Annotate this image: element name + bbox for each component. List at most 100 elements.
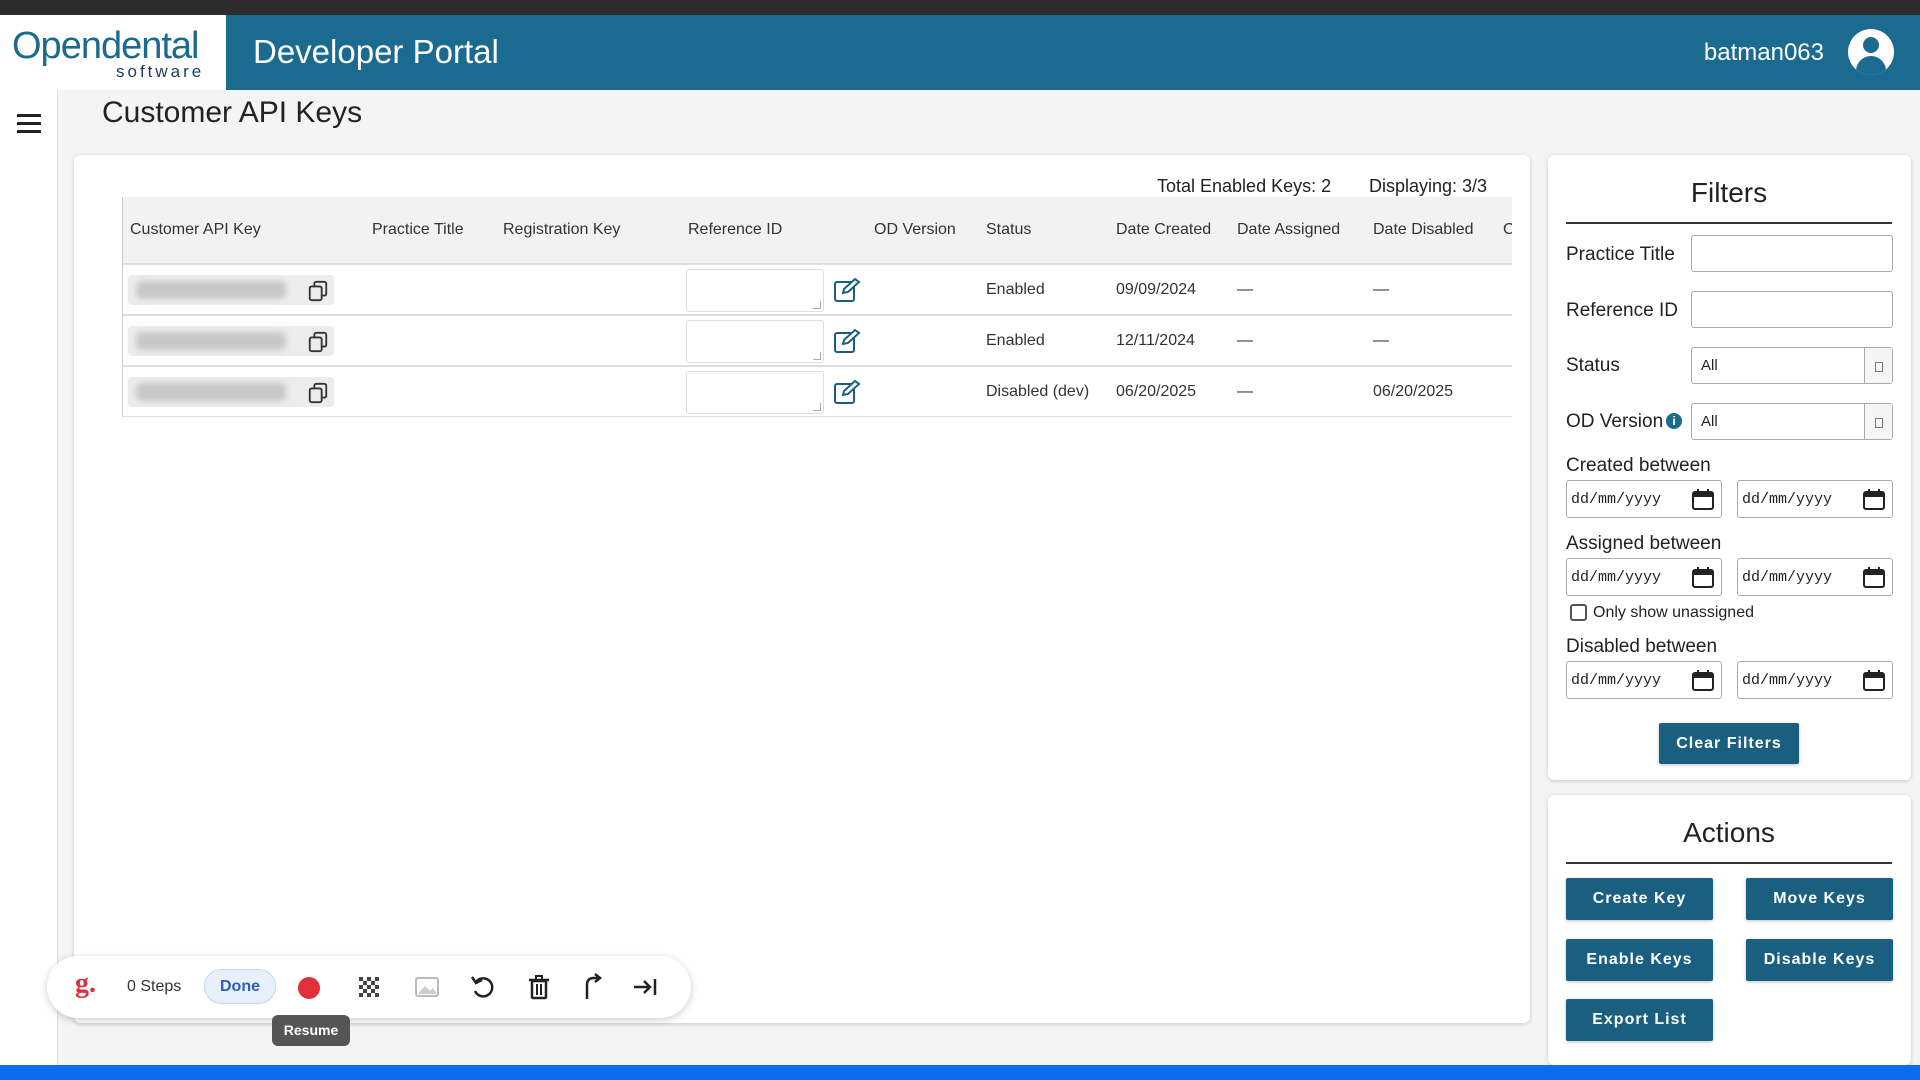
done-button[interactable]: Done	[204, 969, 276, 1004]
table-header-row: Customer API Key Practice Title Registra…	[122, 197, 1512, 265]
created-from-date[interactable]: dd/mm/yyyy	[1566, 480, 1722, 518]
reference-id-input[interactable]	[1691, 291, 1893, 328]
calendar-icon[interactable]	[1691, 669, 1715, 692]
date-disabled-cell: —	[1373, 332, 1389, 349]
table-row: Enabled 12/11/2024 — —	[122, 316, 1512, 367]
filters-title: Filters	[1566, 177, 1892, 224]
date-disabled-cell: —	[1373, 281, 1389, 298]
date-assigned-cell: —	[1237, 332, 1253, 349]
api-key-field	[128, 377, 334, 407]
table-row: Disabled (dev) 06/20/2025 — 06/20/2025	[122, 367, 1512, 417]
portal-title: Developer Portal	[253, 33, 499, 70]
date-created-cell: 12/11/2024	[1116, 332, 1195, 349]
copy-icon[interactable]	[307, 331, 329, 353]
status-select[interactable]: All	[1691, 347, 1893, 384]
col-od-version[interactable]: OD Version	[874, 221, 956, 239]
hamburger-icon[interactable]	[17, 114, 41, 134]
displaying-count: Displaying: 3/3	[1369, 176, 1488, 196]
status-cell: Disabled (dev)	[986, 383, 1090, 400]
user-icon[interactable]	[1848, 29, 1894, 75]
col-practice-title[interactable]: Practice Title	[372, 221, 464, 239]
date-placeholder: dd/mm/yyyy	[1742, 491, 1833, 508]
actions-title: Actions	[1566, 817, 1892, 864]
api-key-field	[128, 326, 334, 356]
edit-icon[interactable]	[833, 328, 861, 354]
date-placeholder: dd/mm/yyyy	[1742, 672, 1833, 689]
reference-id-input[interactable]	[686, 269, 824, 312]
practice-title-label: Practice Title	[1566, 244, 1675, 265]
col-truncated[interactable]: C	[1503, 221, 1512, 239]
total-enabled-keys: Total Enabled Keys: 2	[1157, 176, 1332, 196]
only-unassigned-checkbox[interactable]	[1570, 604, 1587, 621]
od-version-label: OD Version	[1566, 411, 1664, 432]
calendar-icon[interactable]	[1862, 488, 1886, 511]
blurred-key	[136, 383, 286, 401]
clear-filters-button[interactable]: Clear Filters	[1659, 723, 1799, 764]
resume-tooltip: Resume	[272, 1015, 350, 1046]
col-registration-key[interactable]: Registration Key	[503, 221, 620, 239]
opendental-logo[interactable]: Opendental software	[0, 15, 226, 90]
app-header: Opendental software Developer Portal bat…	[0, 15, 1920, 90]
calendar-icon[interactable]	[1862, 566, 1886, 589]
select-arrow-icon	[1864, 404, 1892, 439]
move-keys-button[interactable]: Move Keys	[1746, 878, 1893, 920]
status-cell: Enabled	[986, 281, 1045, 298]
image-icon[interactable]	[413, 973, 441, 1001]
calendar-icon[interactable]	[1862, 669, 1886, 692]
share-icon[interactable]	[577, 973, 605, 1001]
disabled-from-date[interactable]: dd/mm/yyyy	[1566, 661, 1722, 699]
bottom-bar	[0, 1065, 1920, 1080]
info-icon[interactable]: i	[1666, 413, 1682, 429]
col-customer-api-key[interactable]: Customer API Key	[130, 221, 261, 239]
date-placeholder: dd/mm/yyyy	[1571, 569, 1662, 586]
date-created-cell: 09/09/2024	[1116, 281, 1197, 298]
assigned-to-date[interactable]: dd/mm/yyyy	[1737, 558, 1893, 596]
status-label: Status	[1566, 355, 1620, 376]
assigned-between-label: Assigned between	[1566, 533, 1722, 554]
od-version-select[interactable]: All	[1691, 403, 1893, 440]
steps-count: 0 Steps	[127, 978, 182, 995]
select-arrow-icon	[1864, 348, 1892, 383]
table-row: Enabled 09/09/2024 — —	[122, 265, 1512, 316]
copy-icon[interactable]	[307, 280, 329, 302]
reference-id-label: Reference ID	[1566, 300, 1678, 321]
edit-icon[interactable]	[833, 277, 861, 303]
col-date-created[interactable]: Date Created	[1116, 221, 1211, 239]
disable-keys-button[interactable]: Disable Keys	[1746, 939, 1893, 981]
trash-icon[interactable]	[525, 973, 553, 1001]
reference-id-input[interactable]	[686, 320, 824, 363]
copy-icon[interactable]	[307, 382, 329, 404]
col-reference-id[interactable]: Reference ID	[688, 221, 782, 239]
enable-keys-button[interactable]: Enable Keys	[1566, 939, 1713, 981]
created-between-label: Created between	[1566, 455, 1711, 476]
status-cell: Enabled	[986, 332, 1045, 349]
undo-icon[interactable]	[469, 973, 497, 1001]
calendar-icon[interactable]	[1691, 488, 1715, 511]
reference-id-input[interactable]	[686, 371, 824, 414]
practice-title-input[interactable]	[1691, 235, 1893, 272]
blurred-key	[136, 332, 286, 350]
disabled-to-date[interactable]: dd/mm/yyyy	[1737, 661, 1893, 699]
export-list-button[interactable]: Export List	[1566, 999, 1713, 1041]
date-placeholder: dd/mm/yyyy	[1571, 672, 1662, 689]
only-unassigned-label[interactable]: Only show unassigned	[1593, 604, 1754, 622]
col-status[interactable]: Status	[986, 221, 1031, 239]
record-icon[interactable]	[298, 977, 320, 999]
date-placeholder: dd/mm/yyyy	[1742, 569, 1833, 586]
edit-icon[interactable]	[833, 379, 861, 405]
created-to-date[interactable]: dd/mm/yyyy	[1737, 480, 1893, 518]
avatar-head	[1863, 37, 1879, 53]
skip-end-icon[interactable]	[631, 973, 659, 1001]
username[interactable]: batman063	[1704, 39, 1824, 67]
date-disabled-cell: 06/20/2025	[1373, 383, 1454, 400]
od-version-selected-value: All	[1701, 413, 1718, 430]
col-date-disabled[interactable]: Date Disabled	[1373, 221, 1474, 239]
assigned-from-date[interactable]: dd/mm/yyyy	[1566, 558, 1722, 596]
api-key-field	[128, 275, 334, 305]
calendar-icon[interactable]	[1691, 566, 1715, 589]
avatar-body	[1856, 56, 1886, 75]
sidebar	[0, 90, 58, 1065]
create-key-button[interactable]: Create Key	[1566, 878, 1713, 920]
col-date-assigned[interactable]: Date Assigned	[1237, 221, 1340, 239]
blur-icon[interactable]	[355, 973, 383, 1001]
